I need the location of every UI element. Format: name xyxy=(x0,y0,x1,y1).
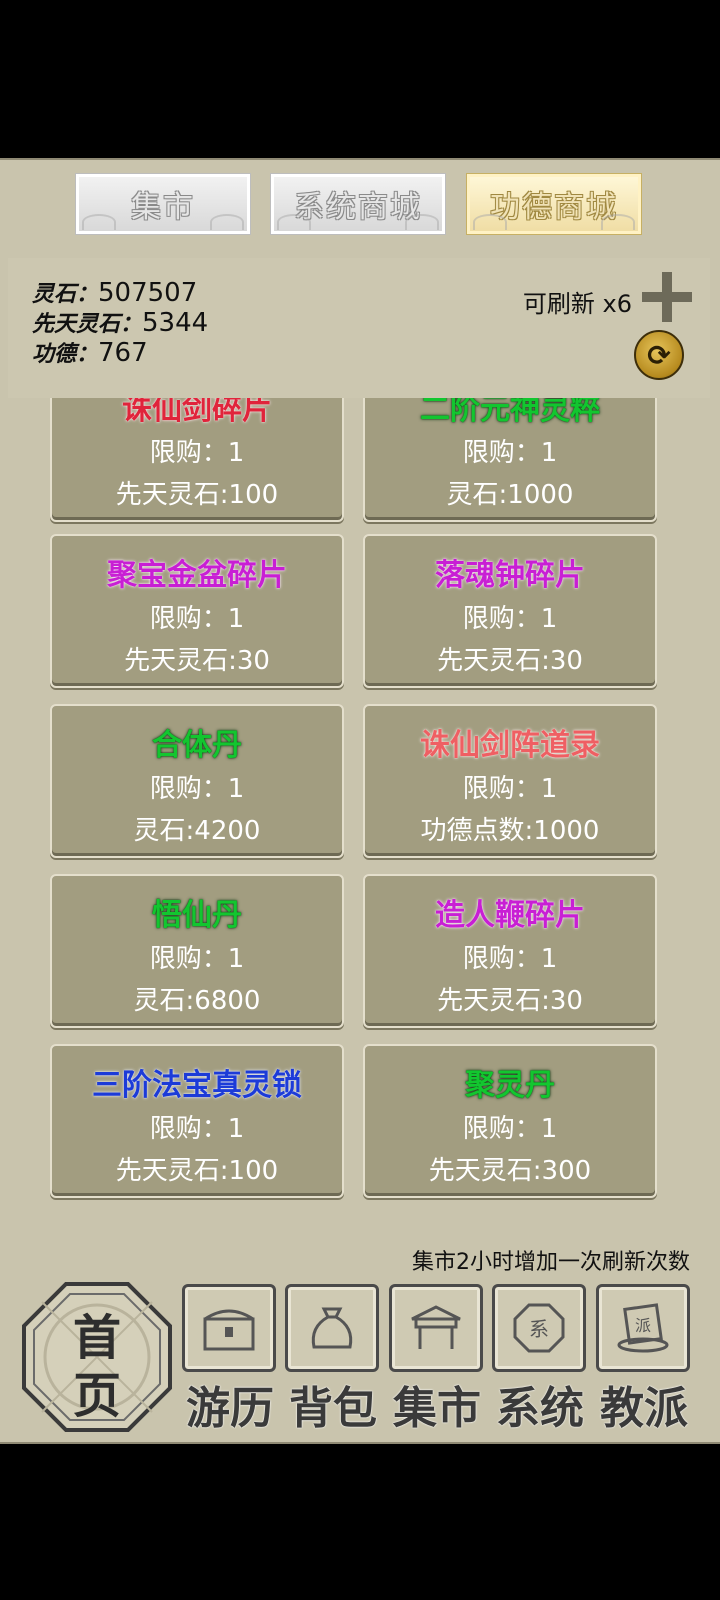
nav-system[interactable]: 系 系统 xyxy=(492,1284,588,1434)
item-name: 落魂钟碎片 xyxy=(435,558,585,593)
nav-bag[interactable]: 背包 xyxy=(285,1284,381,1434)
item-price: 先天灵石:100 xyxy=(115,480,279,510)
item-price: 功德点数:1000 xyxy=(420,816,600,846)
tab-market-label: 集市 xyxy=(131,190,195,225)
item-card[interactable]: 合体丹 限购：1 灵石:4200 xyxy=(50,704,344,858)
spirit-stone-label: 灵石： xyxy=(32,281,99,307)
item-card[interactable]: 诛仙剑阵道录 限购：1 功德点数:1000 xyxy=(363,704,657,858)
system-seal-icon: 系 xyxy=(492,1284,586,1372)
item-limit: 限购：1 xyxy=(149,944,245,974)
item-list[interactable]: 诛仙剑碎片 限购：1 先天灵石:100 二阶元神灵粹 限购：1 灵石:1000 … xyxy=(0,398,720,1220)
merit-label: 功德： xyxy=(32,341,99,367)
tab-market[interactable]: 集市 xyxy=(75,173,251,235)
item-name: 合体丹 xyxy=(152,728,242,763)
item-limit: 限购：1 xyxy=(462,1114,558,1144)
item-limit: 限购：1 xyxy=(462,774,558,804)
merit-value: 767 xyxy=(98,338,148,368)
spirit-stone-row: 灵石：507507 xyxy=(32,276,197,308)
bag-icon xyxy=(285,1284,379,1372)
item-name: 诛仙剑阵道录 xyxy=(420,728,600,763)
item-name: 悟仙丹 xyxy=(152,898,242,933)
item-name: 聚灵丹 xyxy=(465,1068,555,1103)
tab-system-shop-label: 系统商城 xyxy=(294,190,422,225)
innate-stone-row: 先天灵石：5344 xyxy=(32,306,208,338)
item-price: 先天灵石:30 xyxy=(437,986,583,1016)
cloud-ornament-icon xyxy=(277,214,311,230)
nav-market-label: 集市 xyxy=(393,1383,481,1434)
item-name: 三阶法宝真灵锁 xyxy=(92,1068,302,1103)
item-name: 聚宝金盆碎片 xyxy=(107,558,287,593)
nav-sect[interactable]: 派 教派 xyxy=(596,1284,692,1434)
item-name: 造人鞭碎片 xyxy=(435,898,585,933)
bottom-nav: 首 页 游历 背包 集市 系 系统 派 教派 xyxy=(0,1276,720,1440)
nav-bag-label: 背包 xyxy=(289,1383,377,1434)
refresh-note: 集市2小时增加一次刷新次数 xyxy=(412,1250,690,1275)
item-price: 先天灵石:30 xyxy=(124,646,270,676)
item-card[interactable]: 落魂钟碎片 限购：1 先天灵石:30 xyxy=(363,534,657,688)
plus-icon[interactable] xyxy=(642,272,692,322)
item-card[interactable]: 三阶法宝真灵锁 限购：1 先天灵石:100 xyxy=(50,1044,344,1198)
item-price: 先天灵石:30 xyxy=(437,646,583,676)
item-card[interactable]: 悟仙丹 限购：1 灵石:6800 xyxy=(50,874,344,1028)
item-limit: 限购：1 xyxy=(462,438,558,468)
item-card[interactable]: 诛仙剑碎片 限购：1 先天灵石:100 xyxy=(50,398,344,522)
nav-market[interactable]: 集市 xyxy=(389,1284,485,1434)
spirit-stone-value: 507507 xyxy=(98,278,198,308)
tab-merit-shop-label: 功德商城 xyxy=(490,190,618,225)
svg-text:系: 系 xyxy=(529,1317,549,1341)
item-price: 灵石:1000 xyxy=(446,480,574,510)
item-price: 灵石:4200 xyxy=(133,816,261,846)
sect-scroll-icon: 派 xyxy=(596,1284,690,1372)
innate-stone-label: 先天灵石： xyxy=(32,311,143,337)
item-card[interactable]: 造人鞭碎片 限购：1 先天灵石:30 xyxy=(363,874,657,1028)
currency-panel: 灵石：507507 先天灵石：5344 功德：767 可刷新 x6 ⟳ xyxy=(8,258,710,398)
item-price: 灵石:6800 xyxy=(133,986,261,1016)
nav-system-label: 系统 xyxy=(496,1383,584,1434)
nav-travel-label: 游历 xyxy=(186,1383,274,1434)
cloud-ornament-icon xyxy=(210,214,244,230)
item-name: 二阶元神灵粹 xyxy=(420,398,600,427)
merit-row: 功德：767 xyxy=(32,336,148,368)
nav-travel[interactable]: 游历 xyxy=(182,1284,278,1434)
item-name: 诛仙剑碎片 xyxy=(122,398,272,427)
stall-icon xyxy=(389,1284,483,1372)
home-label-bottom: 页 xyxy=(72,1368,121,1424)
tab-merit-shop[interactable]: 功德商城 xyxy=(466,173,642,235)
home-button[interactable]: 首 页 xyxy=(22,1282,172,1432)
shop-tabs: 集市 系统商城 功德商城 xyxy=(0,173,720,235)
item-card[interactable]: 聚灵丹 限购：1 先天灵石:300 xyxy=(363,1044,657,1198)
item-card[interactable]: 二阶元神灵粹 限购：1 灵石:1000 xyxy=(363,398,657,522)
cloud-ornament-icon xyxy=(405,214,439,230)
svg-text:派: 派 xyxy=(635,1316,651,1335)
item-limit: 限购：1 xyxy=(149,1114,245,1144)
refresh-count: 可刷新 x6 xyxy=(522,290,632,318)
refresh-icon[interactable]: ⟳ xyxy=(634,330,684,380)
cloud-ornament-icon xyxy=(601,214,635,230)
cloud-ornament-icon xyxy=(473,214,507,230)
nav-sect-label: 教派 xyxy=(600,1383,688,1434)
item-price: 先天灵石:300 xyxy=(428,1156,592,1186)
item-limit: 限购：1 xyxy=(462,604,558,634)
item-card[interactable]: 聚宝金盆碎片 限购：1 先天灵石:30 xyxy=(50,534,344,688)
item-limit: 限购：1 xyxy=(149,604,245,634)
tab-system-shop[interactable]: 系统商城 xyxy=(270,173,446,235)
innate-stone-value: 5344 xyxy=(142,308,209,338)
item-limit: 限购：1 xyxy=(149,438,245,468)
cloud-ornament-icon xyxy=(82,214,116,230)
chest-icon xyxy=(182,1284,276,1372)
item-limit: 限购：1 xyxy=(462,944,558,974)
item-price: 先天灵石:100 xyxy=(115,1156,279,1186)
item-limit: 限购：1 xyxy=(149,774,245,804)
